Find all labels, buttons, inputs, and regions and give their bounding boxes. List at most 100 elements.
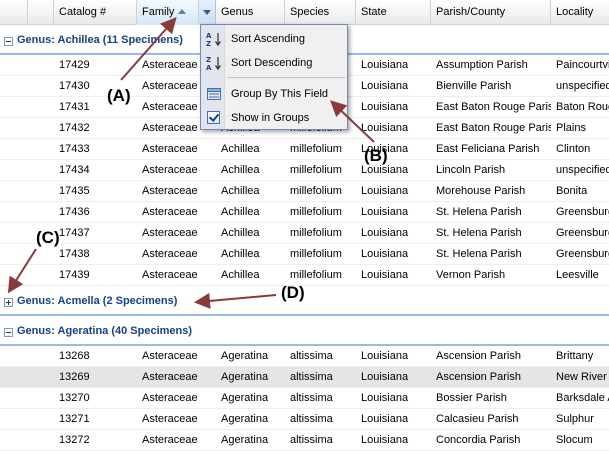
table-row[interactable]: 17436 Asteraceae Achillea millefolium Louisi… <box>0 202 609 223</box>
cell-locality: Bonita <box>556 185 588 197</box>
cell-genus: Achillea <box>221 143 260 155</box>
cell-genus: Ageratina <box>221 413 269 425</box>
grid-header: Catalog # Family Genus Species State Par… <box>0 0 609 25</box>
cell-catalog: 17433 <box>59 143 90 155</box>
table-row[interactable]: 13271 Asteraceae Ageratina altissima Louisia… <box>0 409 609 430</box>
cell-locality: Sulphur <box>556 413 594 425</box>
table-row[interactable]: 17435 Asteraceae Achillea millefolium Louisi… <box>0 181 609 202</box>
cell-state: Louisiana <box>361 269 409 281</box>
collapse-icon[interactable] <box>4 328 13 337</box>
table-row[interactable]: 13272 Asteraceae Ageratina altissima Louisia… <box>0 430 609 451</box>
cell-family: Asteraceae <box>142 185 198 197</box>
cell-state: Louisiana <box>361 206 409 218</box>
sort-ascending-az-icon: A Z <box>206 32 222 47</box>
cell-catalog: 13269 <box>59 371 90 383</box>
menu-item-sort-ascending[interactable]: A Z Sort Ascending <box>201 27 347 51</box>
cell-parish: Morehouse Parish <box>436 185 526 197</box>
cell-species: millefolium <box>290 206 342 218</box>
cell-catalog: 17429 <box>59 59 90 71</box>
cell-state: Louisiana <box>361 227 409 239</box>
header-state-label: State <box>361 6 387 18</box>
cell-locality: unspecified <box>556 164 609 176</box>
header-family-label: Family <box>142 6 175 18</box>
cell-species: altissima <box>290 413 333 425</box>
group-title: Genus: Ageratina (40 Specimens) <box>17 325 193 337</box>
cell-species: millefolium <box>290 164 342 176</box>
cell-family: Asteraceae <box>142 227 198 239</box>
cell-parish: East Baton Rouge Parish <box>436 101 551 113</box>
cell-state: Louisiana <box>361 101 409 113</box>
group-header[interactable]: Genus: Ageratina (40 Specimens) <box>0 316 609 346</box>
cell-species: altissima <box>290 434 333 446</box>
header-expander-column <box>0 0 28 25</box>
table-row[interactable]: 17438 Asteraceae Achillea millefolium Louisi… <box>0 244 609 265</box>
cell-family: Asteraceae <box>142 143 198 155</box>
table-row[interactable]: 17433 Asteraceae Achillea millefolium Louisi… <box>0 139 609 160</box>
sort-ascending-icon <box>178 8 187 14</box>
cell-state: Louisiana <box>361 413 409 425</box>
menu-item-show-in-groups[interactable]: Show in Groups <box>201 106 347 130</box>
cell-parish: East Feliciana Parish <box>436 143 540 155</box>
cell-parish: Assumption Parish <box>436 59 528 71</box>
table-row[interactable]: 13268 Asteraceae Ageratina altissima Louisia… <box>0 346 609 367</box>
cell-locality: Clinton <box>556 143 591 155</box>
cell-parish: Bienville Parish <box>436 80 512 92</box>
cell-parish: Concordia Parish <box>436 434 521 446</box>
header-parish[interactable]: Parish/County <box>431 0 551 25</box>
cell-parish: Ascension Parish <box>436 350 521 362</box>
menu-item-show-in-groups-label: Show in Groups <box>231 112 310 124</box>
cell-genus: Achillea <box>221 206 260 218</box>
cell-catalog: 17439 <box>59 269 90 281</box>
sort-descending-za-icon: Z A <box>206 56 222 71</box>
cell-locality: Slocum <box>556 434 593 446</box>
group-by-icon <box>207 88 221 100</box>
cell-locality: Baton Rouge <box>556 101 609 113</box>
cell-family: Asteraceae <box>142 413 198 425</box>
cell-state: Louisiana <box>361 392 409 404</box>
cell-genus: Ageratina <box>221 350 269 362</box>
cell-parish: St. Helena Parish <box>436 206 522 218</box>
group-title: Genus: Acmella (2 Specimens) <box>17 295 178 307</box>
menu-item-sort-descending[interactable]: Z A Sort Descending <box>201 51 347 75</box>
svg-text:A: A <box>206 64 212 71</box>
cell-parish: Ascension Parish <box>436 371 521 383</box>
callout-c: (C) <box>36 228 60 247</box>
cell-species: millefolium <box>290 227 342 239</box>
cell-catalog: 17435 <box>59 185 90 197</box>
cell-parish: East Baton Rouge Parish <box>436 122 551 134</box>
cell-parish: Vernon Parish <box>436 269 506 281</box>
cell-species: altissima <box>290 371 333 383</box>
cell-species: millefolium <box>290 248 342 260</box>
menu-item-group-by-field-label: Group By This Field <box>231 88 329 100</box>
show-in-groups-checkbox[interactable] <box>207 111 220 124</box>
header-menu-trigger[interactable] <box>199 0 216 25</box>
svg-text:A: A <box>206 32 212 40</box>
header-genus[interactable]: Genus <box>216 0 285 25</box>
header-species-label: Species <box>290 6 330 18</box>
header-catalog[interactable]: Catalog # <box>54 0 137 25</box>
cell-family: Asteraceae <box>142 434 198 446</box>
header-locality[interactable]: Locality <box>551 0 609 25</box>
cell-state: Louisiana <box>361 80 409 92</box>
cell-species: altissima <box>290 350 333 362</box>
table-row[interactable]: 17434 Asteraceae Achillea millefolium Louisi… <box>0 160 609 181</box>
cell-locality: Paincourtville <box>556 59 609 71</box>
table-row[interactable]: 17437 Asteraceae Achillea millefolium Louisi… <box>0 223 609 244</box>
cell-parish: Lincoln Parish <box>436 164 506 176</box>
cell-locality: Barksdale AFB <box>556 392 609 404</box>
header-state[interactable]: State <box>356 0 431 25</box>
header-species[interactable]: Species <box>285 0 356 25</box>
cell-genus: Ageratina <box>221 392 269 404</box>
menu-item-group-by-field[interactable]: Group By This Field <box>201 82 347 106</box>
cell-genus: Achillea <box>221 269 260 281</box>
header-family[interactable]: Family <box>137 0 199 25</box>
collapse-icon[interactable] <box>4 37 13 46</box>
expand-icon[interactable] <box>4 298 13 307</box>
header-locality-label: Locality <box>556 6 594 18</box>
cell-species: millefolium <box>290 185 342 197</box>
callout-d: (D) <box>281 283 305 302</box>
svg-text:Z: Z <box>206 56 211 64</box>
table-row[interactable]: 13270 Asteraceae Ageratina altissima Louisia… <box>0 388 609 409</box>
table-row[interactable]: 13269 Asteraceae Ageratina altissima Louisia… <box>0 367 609 388</box>
cell-catalog: 17436 <box>59 206 90 218</box>
